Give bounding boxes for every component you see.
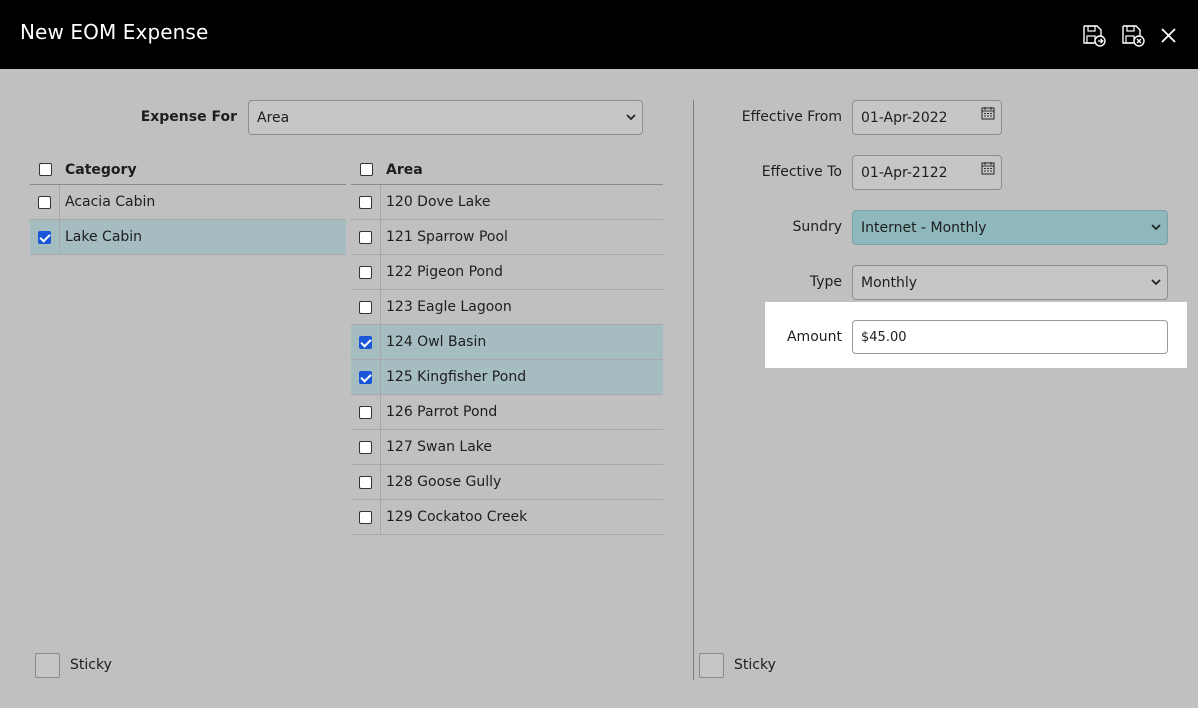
save-add-icon bbox=[1083, 25, 1106, 47]
area-row[interactable]: 125 Kingfisher Pond bbox=[351, 360, 663, 395]
area-table-header: Area bbox=[351, 155, 663, 185]
effective-from-field[interactable]: 01-Apr-2022 bbox=[852, 100, 1002, 135]
sticky-checkbox-right[interactable] bbox=[699, 653, 724, 678]
category-row[interactable]: Acacia Cabin bbox=[30, 185, 346, 220]
amount-value: $45.00 bbox=[861, 329, 907, 345]
chevron-down-icon bbox=[620, 114, 642, 121]
type-select[interactable]: Monthly bbox=[852, 265, 1168, 300]
area-row-label: 127 Swan Lake bbox=[386, 439, 493, 455]
area-column-header: Area bbox=[386, 161, 423, 178]
category-table: Category Acacia Cabin Lake Cabin bbox=[30, 155, 346, 255]
sticky-label-left: Sticky bbox=[70, 657, 112, 673]
area-row-checkbox[interactable] bbox=[359, 230, 372, 244]
chevron-down-icon bbox=[1145, 279, 1167, 286]
window-title: New EOM Expense bbox=[20, 20, 209, 44]
area-row-checkbox[interactable] bbox=[359, 335, 372, 349]
area-row-checkbox[interactable] bbox=[359, 300, 372, 314]
type-value: Monthly bbox=[861, 274, 918, 291]
area-row[interactable]: 127 Swan Lake bbox=[351, 430, 663, 465]
area-row[interactable]: 129 Cockatoo Creek bbox=[351, 500, 663, 535]
area-row[interactable]: 124 Owl Basin bbox=[351, 325, 663, 360]
area-row-label: 121 Sparrow Pool bbox=[386, 229, 508, 245]
save-close-button[interactable] bbox=[1120, 22, 1146, 48]
title-bar: New EOM Expense bbox=[0, 0, 1198, 69]
category-table-header: Category bbox=[30, 155, 346, 185]
area-row[interactable]: 123 Eagle Lagoon bbox=[351, 290, 663, 325]
area-table: Area 120 Dove Lake 121 Sparrow Pool 122 Pi… bbox=[351, 155, 663, 535]
area-row-checkbox[interactable] bbox=[359, 510, 372, 524]
close-button[interactable] bbox=[1156, 22, 1182, 48]
area-row-label: 120 Dove Lake bbox=[386, 194, 491, 210]
effective-from-label: Effective From bbox=[741, 109, 842, 125]
area-row-label: 128 Goose Gully bbox=[386, 474, 502, 490]
area-row[interactable]: 122 Pigeon Pond bbox=[351, 255, 663, 290]
area-row-label: 125 Kingfisher Pond bbox=[386, 369, 527, 385]
amount-label: Amount bbox=[786, 329, 842, 345]
effective-to-label: Effective To bbox=[761, 164, 842, 180]
close-icon bbox=[1161, 28, 1176, 43]
category-row-checkbox[interactable] bbox=[38, 230, 51, 244]
select-all-categories-checkbox[interactable] bbox=[38, 163, 52, 176]
sticky-label-right: Sticky bbox=[734, 657, 776, 673]
area-row-checkbox[interactable] bbox=[359, 370, 372, 384]
area-row[interactable]: 128 Goose Gully bbox=[351, 465, 663, 500]
area-row[interactable]: 121 Sparrow Pool bbox=[351, 220, 663, 255]
category-row[interactable]: Lake Cabin bbox=[30, 220, 346, 255]
area-row-checkbox[interactable] bbox=[359, 475, 372, 489]
area-row[interactable]: 126 Parrot Pond bbox=[351, 395, 663, 430]
effective-from-value: 01-Apr-2022 bbox=[861, 109, 948, 126]
sticky-checkbox-left[interactable] bbox=[35, 653, 60, 678]
area-row-label: 126 Parrot Pond bbox=[386, 404, 498, 420]
expense-for-label: Expense For bbox=[140, 109, 237, 125]
area-row-label: 129 Cockatoo Creek bbox=[386, 509, 528, 525]
category-row-label: Acacia Cabin bbox=[65, 194, 156, 210]
chevron-down-icon bbox=[1145, 224, 1167, 231]
area-row-label: 124 Owl Basin bbox=[386, 334, 487, 350]
save-close-icon bbox=[1122, 25, 1145, 47]
type-label: Type bbox=[809, 274, 842, 290]
select-all-areas-checkbox[interactable] bbox=[359, 163, 373, 176]
area-row-label: 123 Eagle Lagoon bbox=[386, 299, 512, 315]
area-row-checkbox[interactable] bbox=[359, 195, 372, 209]
category-row-checkbox[interactable] bbox=[38, 195, 51, 209]
effective-to-value: 01-Apr-2122 bbox=[861, 164, 948, 181]
category-row-label: Lake Cabin bbox=[65, 229, 143, 245]
expense-for-value: Area bbox=[257, 109, 290, 126]
sundry-value: Internet - Monthly bbox=[861, 219, 987, 236]
area-row[interactable]: 120 Dove Lake bbox=[351, 185, 663, 220]
area-row-checkbox[interactable] bbox=[359, 440, 372, 454]
area-row-label: 122 Pigeon Pond bbox=[386, 264, 503, 280]
effective-to-field[interactable]: 01-Apr-2122 bbox=[852, 155, 1002, 190]
calendar-icon[interactable] bbox=[981, 161, 995, 175]
area-row-checkbox[interactable] bbox=[359, 405, 372, 419]
amount-input[interactable]: $45.00 bbox=[852, 320, 1168, 354]
area-row-checkbox[interactable] bbox=[359, 265, 372, 279]
save-add-button[interactable] bbox=[1081, 22, 1107, 48]
category-column-header: Category bbox=[65, 161, 137, 178]
expense-for-select[interactable]: Area bbox=[248, 100, 643, 135]
panel-divider bbox=[693, 100, 694, 680]
sundry-select[interactable]: Internet - Monthly bbox=[852, 210, 1168, 245]
calendar-icon[interactable] bbox=[981, 106, 995, 120]
sundry-label: Sundry bbox=[792, 219, 842, 235]
